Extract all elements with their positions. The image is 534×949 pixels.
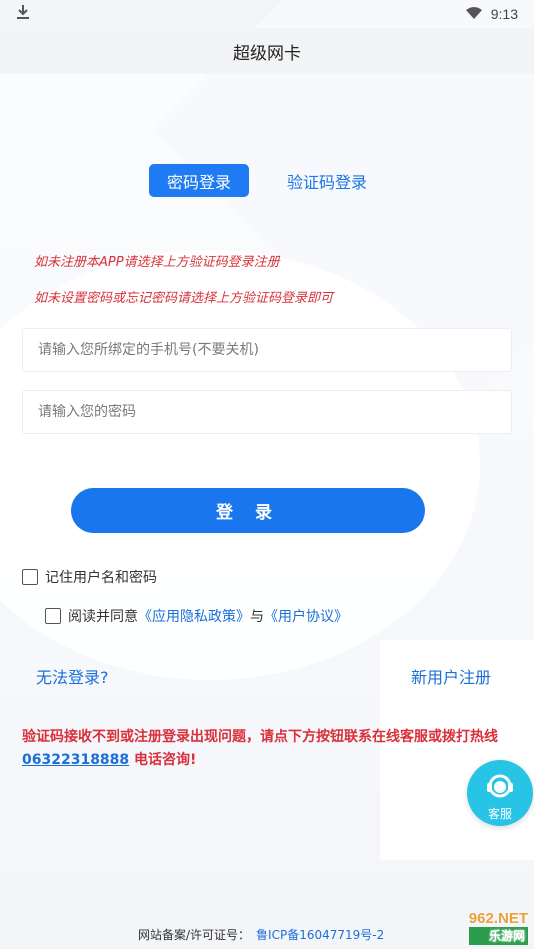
agreement-checkbox[interactable] bbox=[45, 608, 61, 624]
page-title: 超级网卡 bbox=[0, 28, 534, 74]
remember-row: 记住用户名和密码 bbox=[22, 567, 157, 587]
password-input[interactable] bbox=[38, 404, 511, 420]
footer-icp: 网站备案/许可证号： 鲁ICP备16047719号-2 bbox=[138, 926, 384, 943]
tab-password-login[interactable]: 密码登录 bbox=[148, 164, 249, 197]
headset-icon bbox=[480, 771, 520, 805]
remember-label: 记住用户名和密码 bbox=[45, 570, 157, 586]
footer-label: 网站备案/许可证号： bbox=[138, 928, 251, 942]
site-watermark-logo: 962.NET 乐游网 bbox=[468, 910, 528, 945]
agreement-and: 与 bbox=[250, 609, 264, 625]
tab-sms-login[interactable]: 验证码登录 bbox=[269, 164, 385, 197]
wifi-icon bbox=[465, 6, 483, 23]
service-label: 客服 bbox=[487, 807, 512, 821]
hotline-link[interactable]: 06322318888 bbox=[22, 752, 129, 768]
customer-service-button[interactable]: 客服 bbox=[467, 760, 533, 826]
notice-register: 如未注册本APP请选择上方验证码登录注册 bbox=[34, 255, 280, 270]
register-link[interactable]: 新用户注册 bbox=[411, 664, 491, 688]
watermark-main: 962.NET bbox=[468, 910, 528, 927]
download-icon bbox=[16, 4, 30, 24]
warning-text-before: 验证码接收不到或注册登录出现问题，请点下方按钮联系在线客服或拨打热线 bbox=[22, 729, 498, 745]
phone-input[interactable] bbox=[38, 342, 511, 358]
agreement-row: 阅读并同意《应用隐私政策》与《用户协议》 bbox=[45, 606, 348, 626]
agreement-prefix: 阅读并同意 bbox=[68, 609, 138, 625]
cant-login-link[interactable]: 无法登录? bbox=[36, 664, 109, 688]
warning-text-after: 电话咨询! bbox=[129, 752, 197, 768]
user-agreement-link[interactable]: 《用户协议》 bbox=[264, 609, 348, 625]
clock-time: 9:13 bbox=[490, 6, 518, 22]
login-button[interactable]: 登 录 bbox=[71, 488, 425, 533]
login-tabs: 密码登录 验证码登录 bbox=[0, 164, 534, 197]
notice-forgot-password: 如未设置密码或忘记密码请选择上方验证码登录即可 bbox=[34, 291, 334, 306]
privacy-policy-link[interactable]: 《应用隐私政策》 bbox=[138, 609, 250, 625]
phone-field[interactable] bbox=[22, 328, 512, 372]
icp-link[interactable]: 鲁ICP备16047719号-2 bbox=[256, 928, 384, 942]
password-field[interactable] bbox=[22, 390, 512, 434]
remember-checkbox[interactable] bbox=[22, 569, 38, 585]
watermark-sub: 乐游网 bbox=[468, 927, 528, 945]
status-bar: 9:13 bbox=[0, 0, 534, 28]
support-warning: 验证码接收不到或注册登录出现问题，请点下方按钮联系在线客服或拨打热线 06322… bbox=[22, 726, 512, 772]
